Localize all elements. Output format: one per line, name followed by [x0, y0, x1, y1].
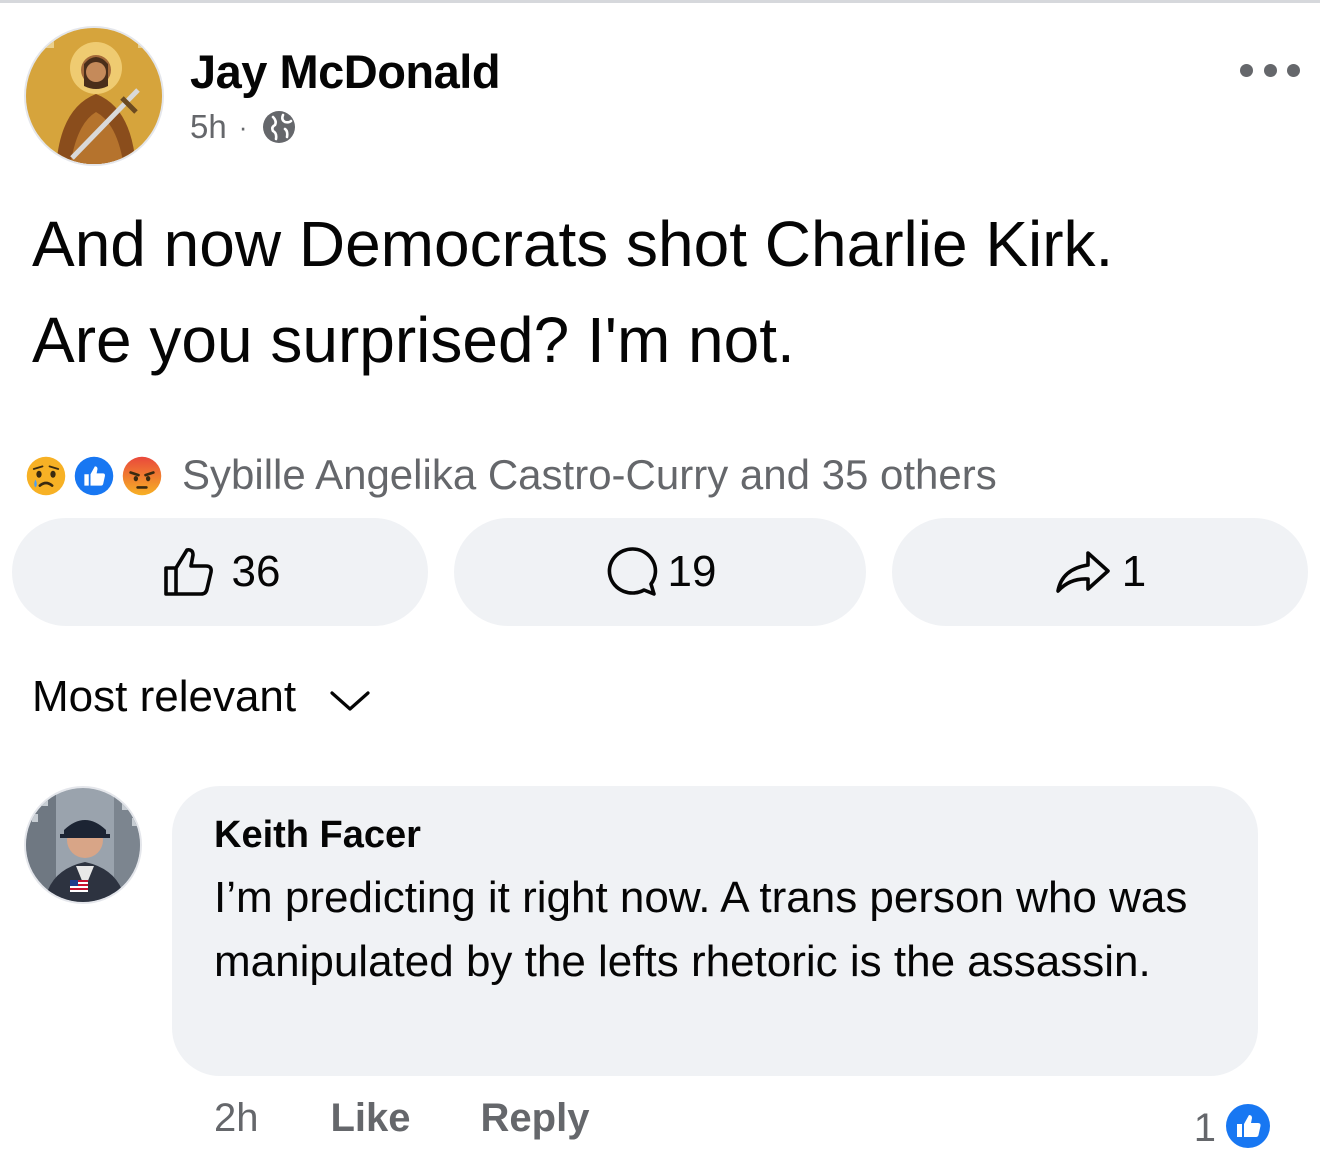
share-arrow-icon [1055, 551, 1110, 593]
like-button[interactable]: 36 [12, 518, 428, 626]
post-timestamp[interactable]: 5h [190, 108, 227, 146]
share-count: 1 [1121, 547, 1147, 596]
reaction-icons [22, 449, 172, 501]
like-reaction-icon [1226, 1103, 1270, 1148]
like-reaction-icon [70, 452, 118, 500]
comment-count: 19 [667, 547, 717, 596]
comment-text: I’m predicting it right now. A trans per… [214, 873, 1188, 986]
comment-timestamp[interactable]: 2h [214, 1096, 259, 1141]
comment-like-button[interactable]: Like [331, 1096, 411, 1141]
angry-reaction-icon [118, 452, 166, 500]
comment-reaction-count: 1 [1193, 1106, 1216, 1150]
reactions-summary[interactable]: Sybille Angelika Castro-Curry and 35 oth… [22, 449, 997, 501]
top-divider [0, 0, 1320, 3]
like-count: 36 [231, 547, 281, 596]
dot-icon [1263, 63, 1277, 77]
sad-reaction-icon [22, 452, 70, 500]
chevron-down-icon [330, 691, 370, 711]
commenter-name[interactable]: Keith Facer [214, 814, 421, 857]
more-options-button[interactable] [1240, 52, 1300, 88]
dot-icon [1240, 63, 1253, 77]
author-avatar[interactable] [24, 26, 164, 166]
comment-bubble-icon [607, 547, 657, 596]
comment-bubble: Keith Facer I’m predicting it right now.… [172, 786, 1258, 1076]
sort-label: Most relevant [32, 672, 297, 721]
comment-reactions[interactable]: 1 [1194, 1100, 1272, 1151]
globe-icon [263, 111, 296, 143]
dot-icon [1287, 63, 1300, 77]
meta-separator: · [238, 111, 248, 142]
comment-button[interactable]: 19 [454, 518, 866, 626]
commenter-avatar[interactable] [24, 786, 142, 904]
reactions-summary-text[interactable]: Sybille Angelika Castro-Curry and 35 oth… [182, 451, 997, 499]
post-meta: 5h · [190, 108, 297, 146]
post-author-name[interactable]: Jay McDonald [190, 44, 501, 99]
comment-reply-button[interactable]: Reply [481, 1096, 590, 1141]
thumbs-up-icon [163, 548, 213, 596]
comment-meta: 2h Like Reply [214, 1096, 659, 1141]
comment-sort-dropdown[interactable]: Most relevant [32, 672, 374, 722]
post-body-text: And now Democrats shot Charlie Kirk. Are… [32, 208, 1114, 376]
share-button[interactable]: 1 [892, 518, 1308, 626]
post-actions: 36 19 1 [12, 518, 1308, 626]
